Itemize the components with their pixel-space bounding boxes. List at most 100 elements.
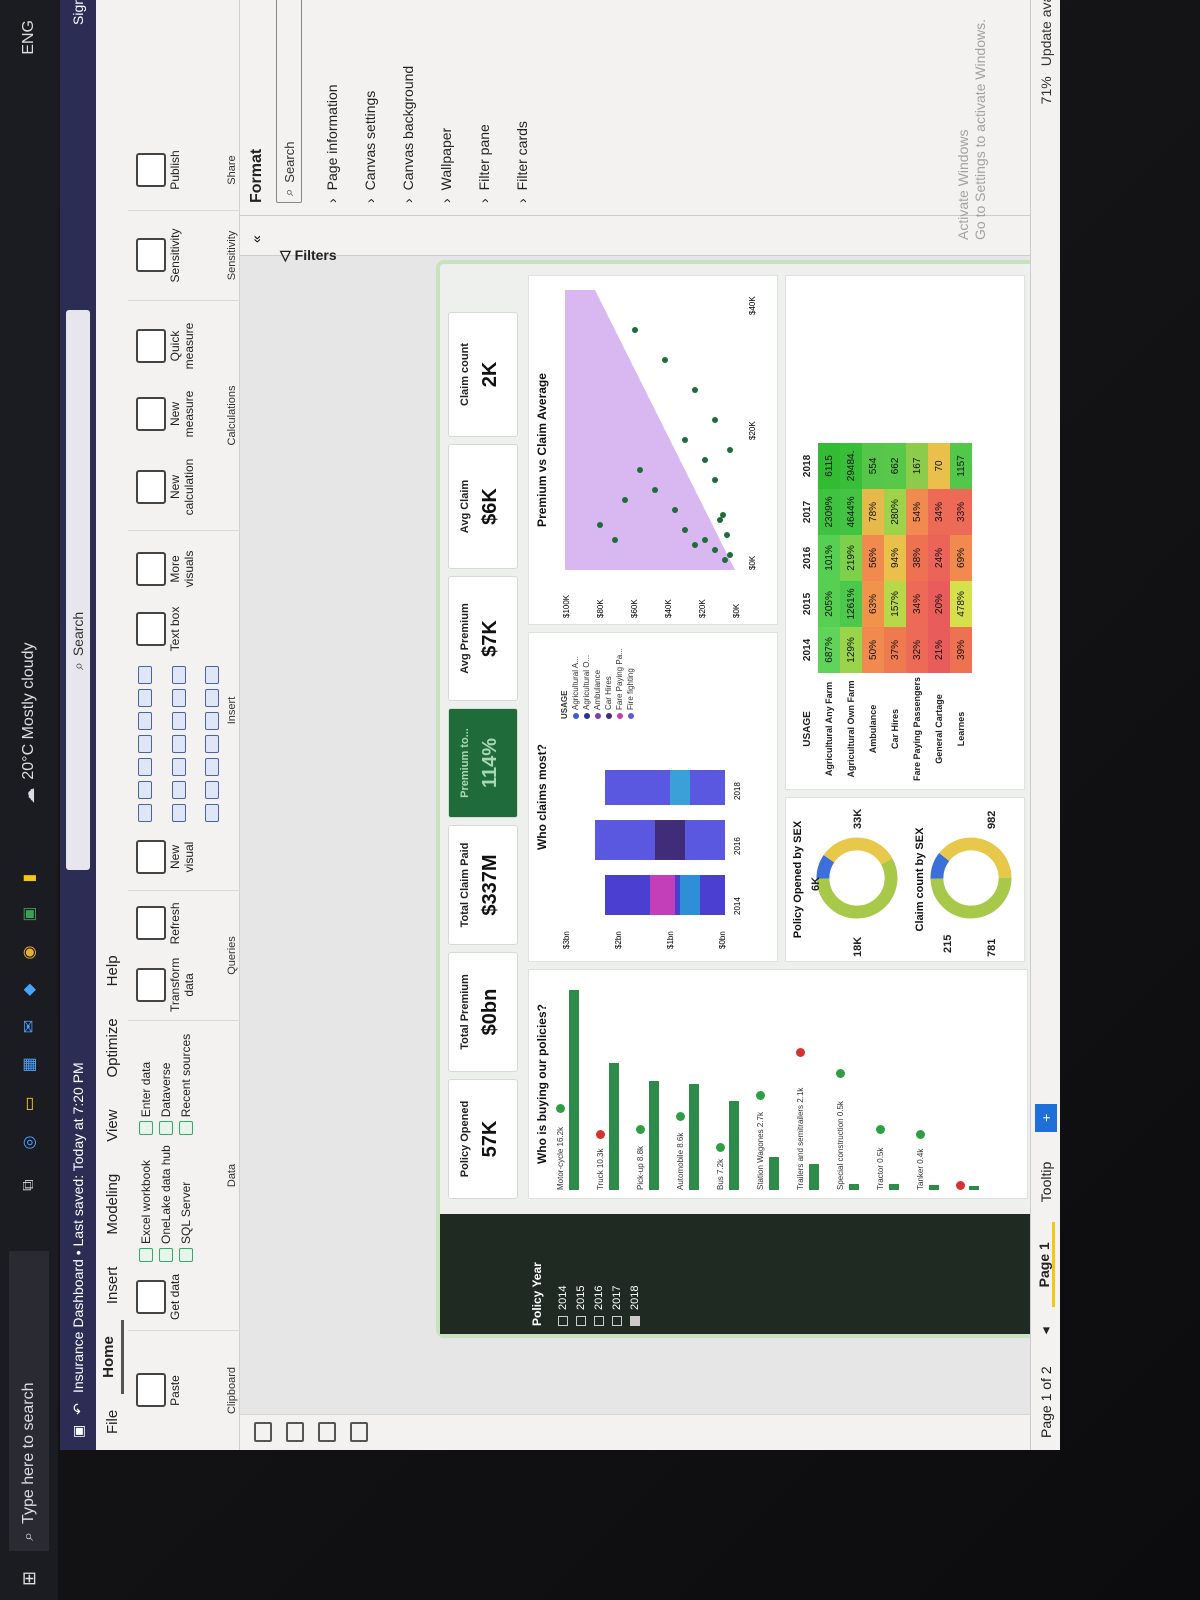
area-chart-icon[interactable] xyxy=(138,689,152,707)
scatter-point[interactable] xyxy=(712,417,718,423)
scatter-point[interactable] xyxy=(682,437,688,443)
matrix-cell[interactable]: 554 xyxy=(862,442,884,489)
matrix-cell[interactable]: 37% xyxy=(884,626,906,673)
matrix-cell[interactable]: 687% xyxy=(818,626,840,673)
paste-icon[interactable] xyxy=(136,1373,166,1408)
scatter-point[interactable] xyxy=(652,487,658,493)
report-canvas[interactable]: Policy Year 2014 2015 2016 2017 2018 Pol… xyxy=(240,256,1040,1414)
more-visuals-button[interactable]: More visuals xyxy=(168,544,196,594)
report-view-icon[interactable] xyxy=(254,1422,272,1443)
matrix-cell[interactable]: 29484. xyxy=(840,442,862,489)
matrix-cell[interactable]: 2309% xyxy=(818,488,840,535)
get-data-button[interactable]: Get data xyxy=(168,1272,182,1322)
menu-modeling[interactable]: Modeling xyxy=(104,1158,121,1251)
premium-vs-claim-scatter[interactable]: Premium vs Claim Average $100K $80K $60K $4… xyxy=(528,275,778,625)
bar[interactable] xyxy=(649,1081,659,1190)
ribbon-segment-2016[interactable] xyxy=(655,820,685,860)
matrix-cell[interactable]: 33% xyxy=(950,488,972,535)
sex-donuts[interactable]: Policy Opened by SEX 6K 18K 33K Claim co… xyxy=(785,797,1025,962)
sql-server-button[interactable]: SQL Server xyxy=(176,1145,196,1262)
task-view-icon[interactable]: ⧉ xyxy=(20,1179,38,1190)
new-calculation-button[interactable]: New calculation xyxy=(168,452,196,522)
matrix-cell[interactable]: 157% xyxy=(884,580,906,627)
slicer-item-2016[interactable]: 2016 xyxy=(590,1214,608,1334)
scatter-point[interactable] xyxy=(692,387,698,393)
scatter-point[interactable] xyxy=(727,447,733,453)
vscode-icon[interactable]: ◆ xyxy=(19,984,39,996)
scatter-point[interactable] xyxy=(722,557,728,563)
map-icon[interactable] xyxy=(171,735,186,753)
windows-start-icon[interactable]: ⊞ xyxy=(19,1571,40,1586)
onelake-button[interactable]: OneLake data hub xyxy=(156,1145,176,1262)
clustered-bar-icon[interactable] xyxy=(138,781,152,799)
slicer-item-2015[interactable]: 2015 xyxy=(572,1214,590,1334)
legend-item[interactable]: Agricultural O... xyxy=(581,648,592,719)
filters-pane-collapsed[interactable]: « ▽ Filters xyxy=(240,215,1030,263)
store-icon[interactable]: ▦ xyxy=(19,1057,39,1072)
sensitivity-icon[interactable] xyxy=(136,238,166,273)
update-notice[interactable]: Update available xyxy=(1038,0,1054,66)
section-filter-pane[interactable]: › Filter pane xyxy=(476,0,492,203)
matrix-cell[interactable]: 662 xyxy=(884,442,906,489)
matrix-cell[interactable]: 1261% xyxy=(840,580,862,627)
matrix-cell[interactable]: 20% xyxy=(928,580,950,627)
table-row[interactable]: Learnes 39% 478% 69% 33% 1157 xyxy=(950,442,972,785)
menu-optimize[interactable]: Optimize xyxy=(104,1002,121,1093)
tab-page-1[interactable]: Page 1 xyxy=(1036,1222,1055,1308)
matrix-year-header[interactable]: 2016 xyxy=(796,535,818,581)
matrix-cell[interactable]: 205% xyxy=(818,580,840,627)
matrix-cell[interactable]: 6115 xyxy=(818,442,840,489)
matrix-cell[interactable]: 32% xyxy=(906,626,928,673)
scatter-point[interactable] xyxy=(662,357,668,363)
matrix-cell[interactable]: 167 xyxy=(906,442,928,489)
matrix-cell[interactable]: 34% xyxy=(906,580,928,627)
donut-chart-icon[interactable] xyxy=(171,781,186,799)
who-buying-chart[interactable]: Who is buying our policies? Motor-cycle … xyxy=(528,969,1028,1199)
menu-view[interactable]: View xyxy=(104,1094,121,1158)
new-measure-icon[interactable] xyxy=(136,397,166,431)
quick-measure-icon[interactable] xyxy=(136,329,166,363)
bar[interactable] xyxy=(969,1186,979,1190)
text-box-icon[interactable] xyxy=(136,612,166,646)
outlook-icon[interactable]: ✉ xyxy=(19,1020,39,1033)
who-claims-chart[interactable]: Who claims most? $3bn $2bn $1bn $0bn 201… xyxy=(528,632,778,962)
bar[interactable] xyxy=(929,1185,939,1190)
table-row[interactable]: Car Hires 37% 157% 94% 280% 662 xyxy=(884,442,906,785)
slicer-item-2017[interactable]: 2017 xyxy=(608,1214,626,1334)
get-data-icon[interactable] xyxy=(136,1280,166,1314)
sign-in-button[interactable]: Sign in ☺ xyxy=(70,0,86,25)
ribbon-segment-2018[interactable] xyxy=(605,770,725,805)
powerbi-taskbar-icon[interactable]: ▮ xyxy=(19,874,39,883)
bar[interactable] xyxy=(849,1183,859,1190)
scatter-point[interactable] xyxy=(692,542,698,548)
line-chart-icon[interactable] xyxy=(138,712,152,730)
slicer-icon[interactable] xyxy=(205,804,220,822)
scatter-point[interactable] xyxy=(717,517,723,523)
model-view-icon[interactable] xyxy=(318,1422,336,1443)
publish-icon[interactable] xyxy=(136,153,166,187)
ribbon-segment-2014[interactable] xyxy=(680,875,700,915)
visual-gallery[interactable] xyxy=(138,664,236,822)
new-visual-button[interactable]: New visual xyxy=(168,832,196,882)
sensitivity-button[interactable]: Sensitivity xyxy=(168,219,182,292)
scatter-point[interactable] xyxy=(612,537,618,543)
kpi-premium-to-claim[interactable]: Premium to... 114% xyxy=(448,708,518,818)
scatter-point[interactable] xyxy=(720,512,726,518)
transform-icon[interactable] xyxy=(136,967,166,1002)
collapse-icon[interactable]: « xyxy=(248,235,264,243)
kpi-policy-opened[interactable]: Policy Opened 57K xyxy=(448,1079,518,1199)
new-visual-icon[interactable] xyxy=(136,840,166,874)
refresh-icon[interactable] xyxy=(136,906,166,941)
matrix-cell[interactable]: 54% xyxy=(906,488,928,535)
transform-data-button[interactable]: Transform data xyxy=(168,958,196,1012)
matrix-cell[interactable]: 56% xyxy=(862,534,884,581)
tab-tooltip[interactable]: Tooltip xyxy=(1038,1142,1054,1222)
slicer-item-2014[interactable]: 2014 xyxy=(554,1214,572,1334)
matrix-cell[interactable]: 78% xyxy=(862,488,884,535)
legend-item[interactable]: Fare Paying Pa... xyxy=(614,648,625,719)
edge-icon[interactable]: ◎ xyxy=(19,1136,39,1150)
waterfall-icon[interactable] xyxy=(205,712,220,730)
claim-sex-donut[interactable] xyxy=(926,833,1016,923)
refresh-button[interactable]: Refresh xyxy=(168,899,182,948)
new-calculation-icon[interactable] xyxy=(136,470,166,504)
